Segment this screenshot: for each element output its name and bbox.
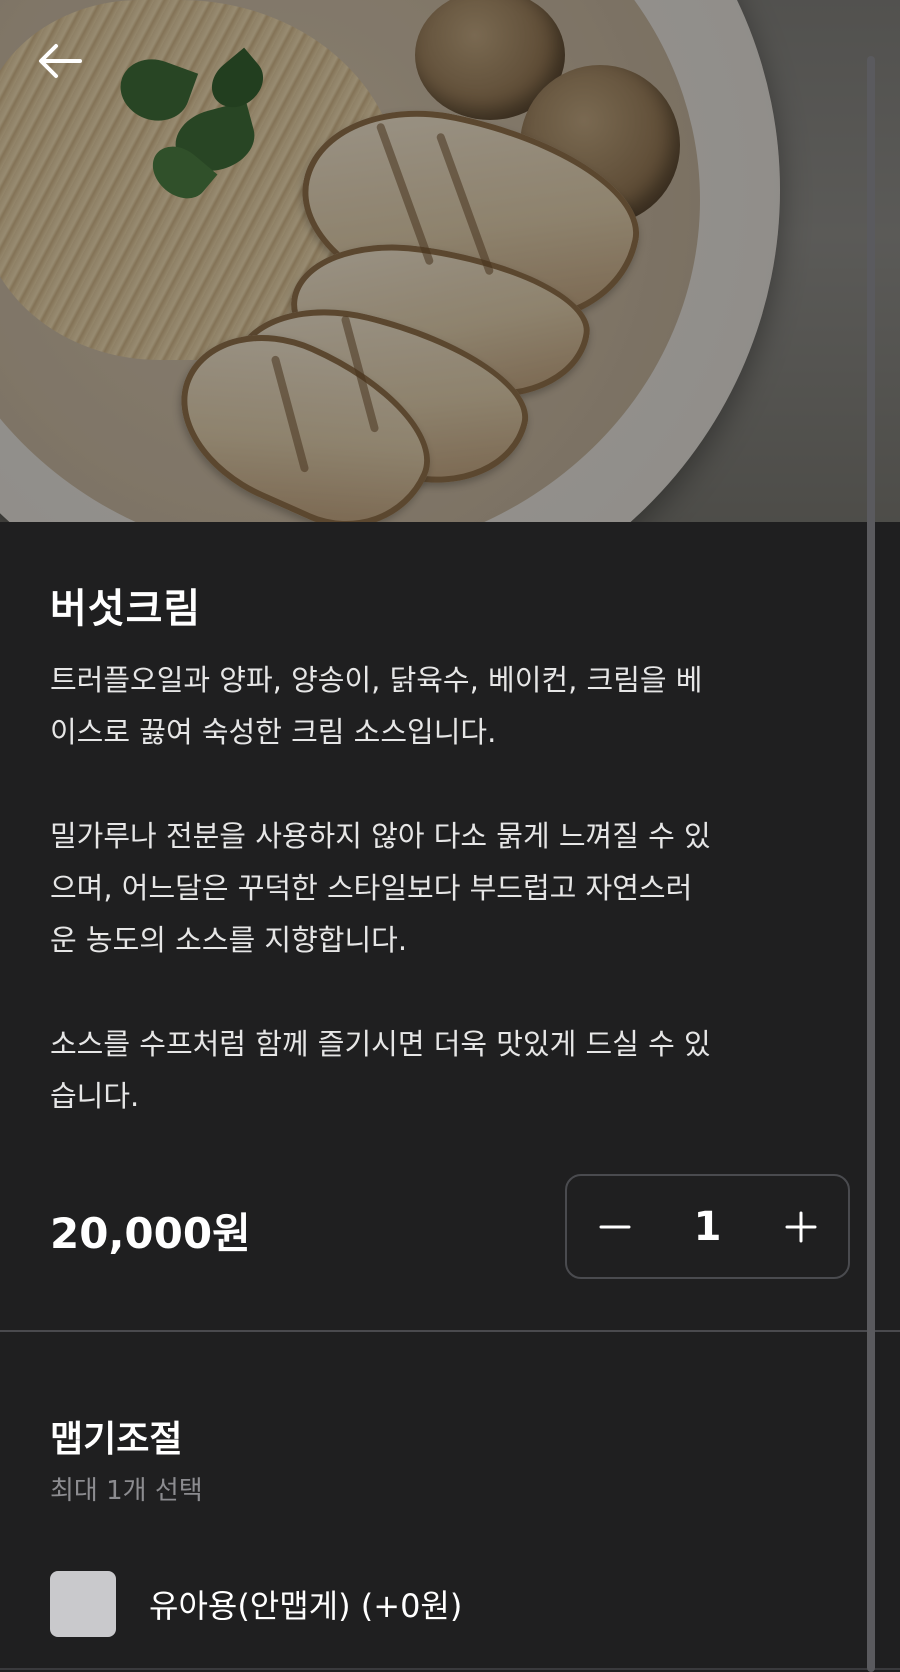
option-checkbox[interactable] bbox=[50, 1571, 116, 1637]
menu-item-name: 버섯크림 bbox=[50, 586, 202, 632]
menu-description-paragraph-2: 밀가루나 전분을 사용하지 않아 다소 묽게 느껴질 수 있 으며, 어느달은 … bbox=[50, 819, 711, 957]
menu-description-paragraph-1: 트러플오일과 양파, 양송이, 닭육수, 베이컨, 크림을 베 이스로 끓여 숙… bbox=[50, 663, 703, 749]
plus-icon bbox=[785, 1211, 816, 1242]
menu-description-paragraph-3: 소스를 수프처럼 함께 즐기시면 더욱 맛있게 드실 수 있 습니다. bbox=[50, 1027, 711, 1113]
quantity-stepper: 1 bbox=[565, 1174, 850, 1279]
menu-item-photo bbox=[0, 0, 900, 522]
option-group-title: 맵기조절 bbox=[50, 1419, 183, 1460]
quantity-value: 1 bbox=[693, 1203, 722, 1250]
minus-icon bbox=[599, 1225, 630, 1228]
menu-item-price: 20,000원 bbox=[50, 1209, 251, 1258]
decrement-button[interactable] bbox=[567, 1176, 662, 1277]
section-divider bbox=[0, 1330, 900, 1332]
arrow-left-icon bbox=[39, 44, 82, 78]
scrollbar-thumb[interactable] bbox=[867, 56, 875, 1672]
option-label: 유아용(안맵게) (+0원) bbox=[149, 1587, 463, 1625]
menu-detail-page: 버섯크림 트러플오일과 양파, 양송이, 닭육수, 베이컨, 크림을 베 이스로… bbox=[0, 0, 900, 1672]
back-button[interactable] bbox=[32, 36, 88, 86]
option-group-subtitle: 최대 1개 선택 bbox=[50, 1476, 203, 1506]
increment-button[interactable] bbox=[753, 1176, 848, 1277]
list-divider bbox=[0, 1668, 900, 1670]
scrollbar[interactable] bbox=[867, 56, 875, 1672]
option-item[interactable]: 유아용(안맵게) (+0원) bbox=[50, 1568, 830, 1640]
